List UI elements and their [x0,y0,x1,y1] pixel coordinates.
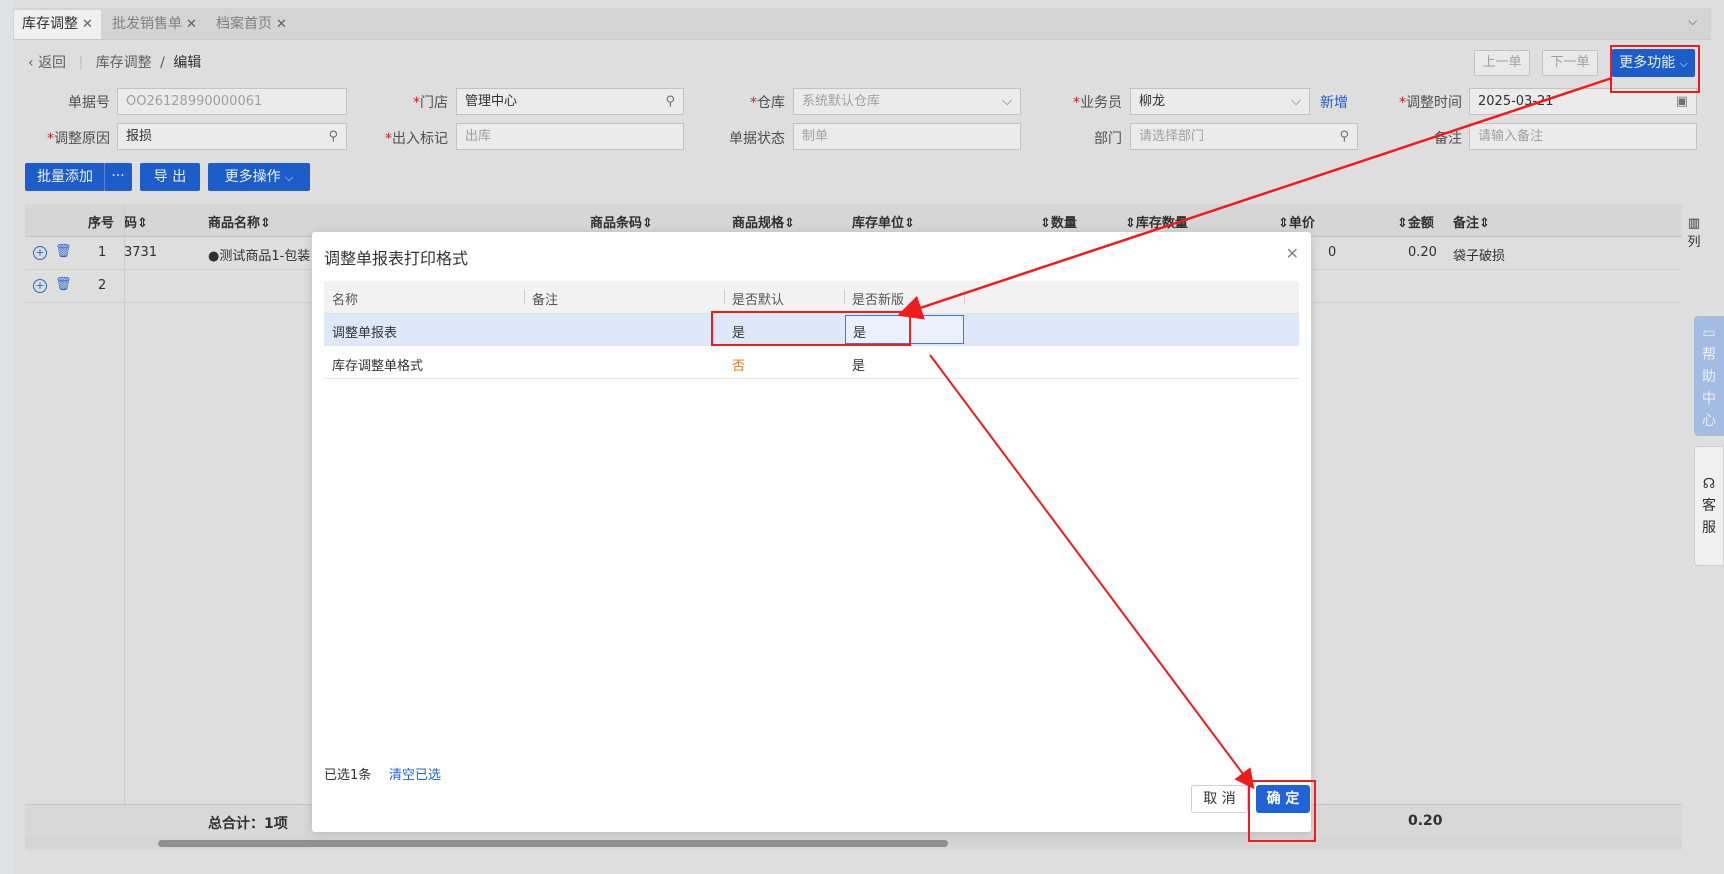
annotation-arrow [897,76,1613,320]
annotation-arrows [897,76,1613,790]
annotation-arrow [929,354,1255,790]
